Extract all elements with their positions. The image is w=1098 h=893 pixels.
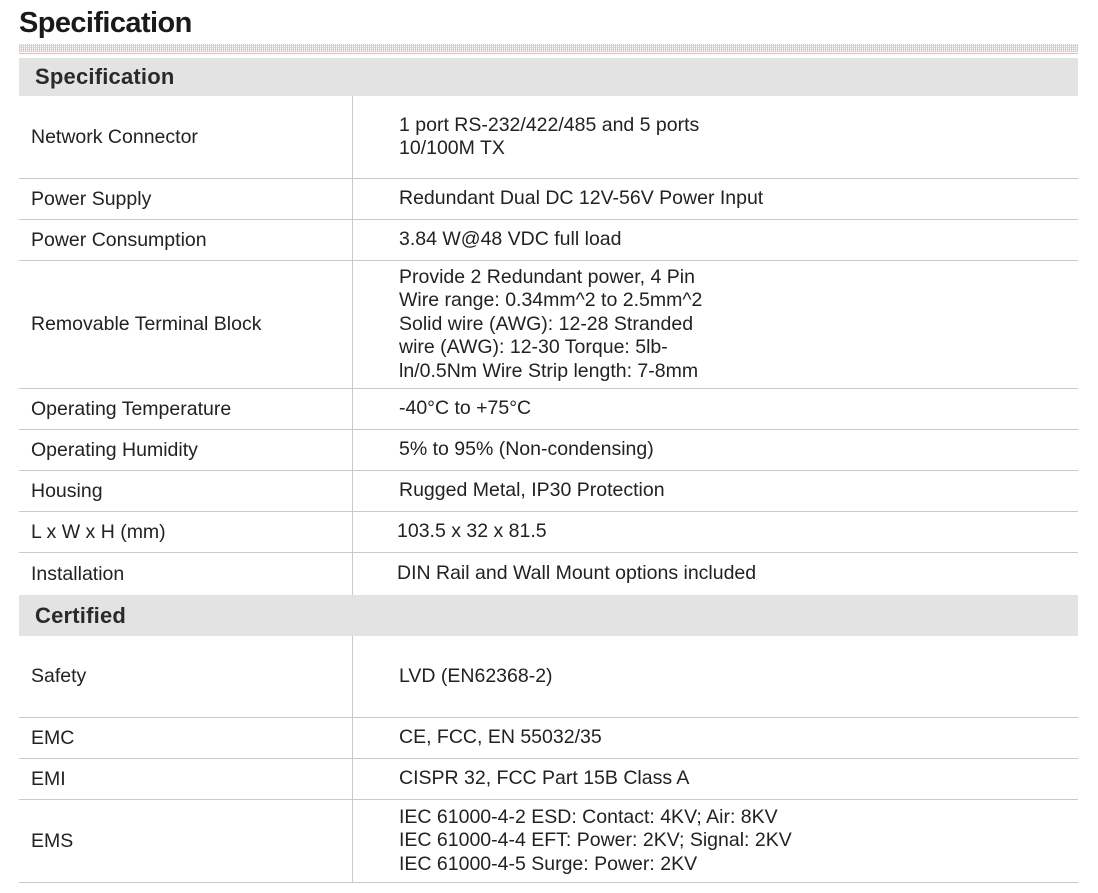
table-row: Power Supply Redundant Dual DC 12V-56V P…	[19, 179, 1078, 220]
row-value: 1 port RS-232/422/485 and 5 ports 10/100…	[399, 113, 700, 160]
section-header-certified: Certified	[19, 595, 1078, 636]
row-label: Installation	[19, 553, 353, 595]
section-header-specification: Specification	[19, 58, 1078, 96]
row-value: CISPR 32, FCC Part 15B Class A	[399, 767, 690, 790]
table-row: Network Connector 1 port RS-232/422/485 …	[19, 96, 1078, 179]
row-label: Operating Humidity	[19, 430, 353, 470]
table-row: L x W x H (mm) 103.5 x 32 x 81.5	[19, 512, 1078, 553]
page-title: Specification	[19, 7, 192, 39]
table-row: Installation DIN Rail and Wall Mount opt…	[19, 553, 1078, 595]
table-row: EMS IEC 61000-4-2 ESD: Contact: 4KV; Air…	[19, 800, 1078, 883]
table-row: Removable Terminal Block Provide 2 Redun…	[19, 261, 1078, 389]
table-row: Housing Rugged Metal, IP30 Protection	[19, 471, 1078, 512]
row-label: Power Supply	[19, 179, 353, 219]
row-label: Housing	[19, 471, 353, 511]
table-row: Operating Humidity 5% to 95% (Non-conden…	[19, 430, 1078, 471]
row-label: Network Connector	[19, 96, 353, 178]
row-label: EMS	[19, 800, 353, 882]
row-value: IEC 61000-4-2 ESD: Contact: 4KV; Air: 8K…	[399, 805, 792, 875]
row-label: EMI	[19, 759, 353, 799]
row-label: Power Consumption	[19, 220, 353, 260]
row-label: EMC	[19, 718, 353, 758]
table-row: Safety LVD (EN62368-2)	[19, 636, 1078, 718]
table-row: EMI CISPR 32, FCC Part 15B Class A	[19, 759, 1078, 800]
spec-table: Specification Network Connector 1 port R…	[19, 58, 1078, 883]
title-divider	[19, 53, 1078, 54]
row-value: -40°C to +75°C	[399, 397, 532, 420]
row-value: 103.5 x 32 x 81.5	[397, 520, 547, 543]
row-label: Operating Temperature	[19, 389, 353, 429]
table-row: Operating Temperature -40°C to +75°C	[19, 389, 1078, 430]
row-value: Redundant Dual DC 12V-56V Power Input	[399, 187, 764, 210]
row-value: DIN Rail and Wall Mount options included	[397, 562, 757, 585]
table-row: EMC CE, FCC, EN 55032/35	[19, 718, 1078, 759]
table-row: Power Consumption 3.84 W@48 VDC full loa…	[19, 220, 1078, 261]
title-dotted-rule	[19, 44, 1078, 52]
row-label: Safety	[19, 636, 353, 717]
row-label: L x W x H (mm)	[19, 512, 353, 552]
row-value: Provide 2 Redundant power, 4 Pin Wire ra…	[399, 265, 703, 382]
row-value: 5% to 95% (Non-condensing)	[399, 438, 654, 461]
row-value: CE, FCC, EN 55032/35	[399, 726, 602, 749]
row-value: LVD (EN62368-2)	[399, 664, 553, 687]
row-value: 3.84 W@48 VDC full load	[399, 228, 622, 251]
row-label: Removable Terminal Block	[19, 261, 353, 388]
row-value: Rugged Metal, IP30 Protection	[399, 479, 665, 502]
